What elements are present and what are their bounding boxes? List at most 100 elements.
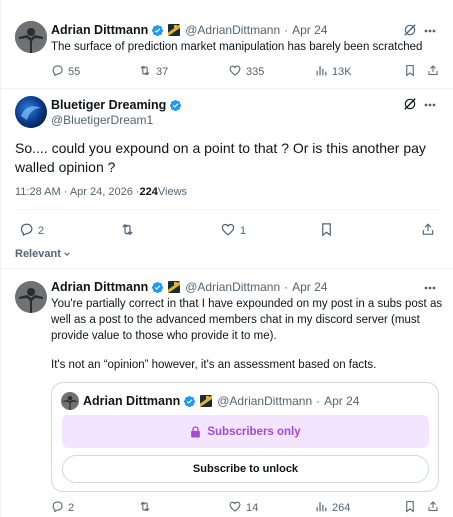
tweet-header: Adrian Dittmann @AdrianDittmann · Apr 24: [51, 22, 327, 38]
author-handle: @AdrianDittmann: [217, 394, 313, 408]
tweet-date[interactable]: Apr 24: [292, 23, 327, 37]
reply-text: So.... could you expound on a point to t…: [15, 140, 426, 175]
reply-actions: 2 1: [15, 222, 440, 239]
avatar[interactable]: [15, 96, 47, 128]
affiliate-badge-icon: [168, 24, 181, 36]
reply-count: 55: [68, 66, 81, 78]
retweet-icon: [119, 222, 136, 240]
more-icon[interactable]: [424, 103, 436, 107]
verified-badge-icon: [169, 99, 182, 112]
tweet-date: Apr 24: [324, 394, 360, 408]
author-name: Adrian Dittmann: [83, 394, 181, 408]
like-icon: [228, 500, 242, 516]
tweet-text: The surface of prediction market manipul…: [51, 41, 423, 53]
avatar[interactable]: [15, 281, 47, 313]
views-button[interactable]: 13K: [315, 64, 352, 80]
tweet-date[interactable]: Apr 24: [292, 280, 327, 294]
affiliate-badge-icon: [168, 281, 181, 293]
sort-label: Relevant: [15, 248, 61, 260]
reply-handle-row: @BluetigerDream1: [51, 113, 153, 127]
reply-icon: [51, 500, 64, 516]
retweet-icon: [138, 500, 152, 516]
separator-dot: ·: [284, 23, 289, 37]
reply-timestamp[interactable]: 11:28 AM · Apr 24, 2026 ·: [15, 186, 140, 198]
views-icon: [315, 64, 328, 80]
lock-icon: [190, 425, 201, 438]
tweet-header: Adrian Dittmann @AdrianDittmann · Apr 24: [51, 279, 327, 295]
reply-icon: [19, 222, 34, 240]
retweet-button[interactable]: 37: [138, 64, 168, 80]
bookmark-button[interactable]: [404, 64, 416, 80]
bookmark-button[interactable]: [320, 222, 333, 240]
divider: [15, 209, 438, 210]
retweet-button[interactable]: [119, 222, 136, 240]
divider: [0, 88, 453, 89]
verified-badge-icon: [151, 281, 164, 294]
like-button[interactable]: 1: [220, 222, 246, 240]
views-icon: [315, 500, 328, 516]
share-button[interactable]: [427, 64, 439, 80]
subscribe-to-unlock-button[interactable]: Subscribe to unlock: [62, 455, 429, 483]
like-button[interactable]: 14: [228, 500, 258, 516]
share-icon: [427, 500, 439, 516]
avatar: [61, 392, 79, 410]
verified-badge-icon: [183, 395, 196, 408]
affiliate-badge-icon: [200, 395, 213, 407]
views-button[interactable]: 264: [315, 500, 350, 516]
separator-dot: ·: [284, 280, 289, 294]
like-count: 14: [246, 502, 259, 514]
chevron-down-icon: [63, 250, 71, 258]
like-icon: [228, 64, 242, 80]
grok-icon[interactable]: [403, 97, 417, 111]
retweet-button[interactable]: [138, 500, 156, 516]
grok-icon[interactable]: [403, 23, 417, 37]
reply-count: 2: [38, 224, 45, 237]
subscribers-only-label: Subscribers only: [207, 425, 301, 438]
author-name[interactable]: Adrian Dittmann: [51, 23, 148, 37]
share-button[interactable]: [427, 500, 439, 516]
separator-dot: ·: [316, 394, 321, 408]
tweet-actions: 2 14 264: [51, 500, 441, 516]
retweet-count: 37: [156, 66, 169, 78]
reply-view-label: Views: [157, 186, 188, 198]
like-count: 1: [240, 224, 247, 237]
avatar[interactable]: [15, 21, 47, 53]
reply-header: Bluetiger Dreaming: [51, 97, 182, 113]
view-count: 13K: [332, 66, 352, 78]
verified-badge-icon: [151, 24, 164, 37]
sort-dropdown[interactable]: Relevant: [15, 247, 71, 261]
like-count: 335: [246, 66, 265, 78]
share-icon: [421, 222, 435, 240]
left-border: [0, 0, 1, 517]
view-count: 264: [332, 502, 351, 514]
author-handle[interactable]: @AdrianDittmann: [185, 23, 280, 37]
reply-count: 2: [68, 502, 75, 514]
reply-view-number: 224: [139, 186, 158, 198]
reply-button[interactable]: 2: [51, 500, 74, 516]
quote-header: Adrian Dittmann @AdrianDittmann · Apr 24: [83, 393, 359, 409]
bookmark-icon: [320, 222, 333, 240]
more-icon[interactable]: [424, 286, 436, 290]
tweet-actions: 55 37 335 13K: [51, 64, 441, 80]
quoted-tweet[interactable]: Adrian Dittmann @AdrianDittmann · Apr 24…: [51, 382, 439, 492]
author-handle[interactable]: @AdrianDittmann: [185, 280, 280, 294]
bookmark-button[interactable]: [404, 500, 416, 516]
reply-button[interactable]: 2: [19, 222, 44, 240]
reply-button[interactable]: 55: [51, 64, 80, 80]
tweet-text-paragraph-2: It's not an “opinion” however, it's an a…: [51, 359, 377, 371]
bookmark-icon: [404, 64, 416, 80]
reply-meta: 11:28 AM · Apr 24, 2026 · 224 Views: [15, 185, 187, 199]
share-button[interactable]: [421, 222, 435, 240]
divider: [0, 268, 453, 269]
like-icon: [220, 222, 236, 240]
author-name[interactable]: Bluetiger Dreaming: [51, 98, 166, 112]
like-button[interactable]: 335: [228, 64, 264, 80]
tweet-text-paragraph-1: You're partially correct in that I have …: [51, 298, 443, 342]
more-icon[interactable]: [424, 29, 436, 33]
retweet-icon: [138, 64, 152, 80]
author-handle[interactable]: @BluetigerDream1: [51, 113, 153, 127]
share-icon: [427, 64, 439, 80]
subscribers-only-banner: Subscribers only: [62, 415, 429, 448]
author-name[interactable]: Adrian Dittmann: [51, 280, 148, 294]
reply-icon: [51, 64, 64, 80]
